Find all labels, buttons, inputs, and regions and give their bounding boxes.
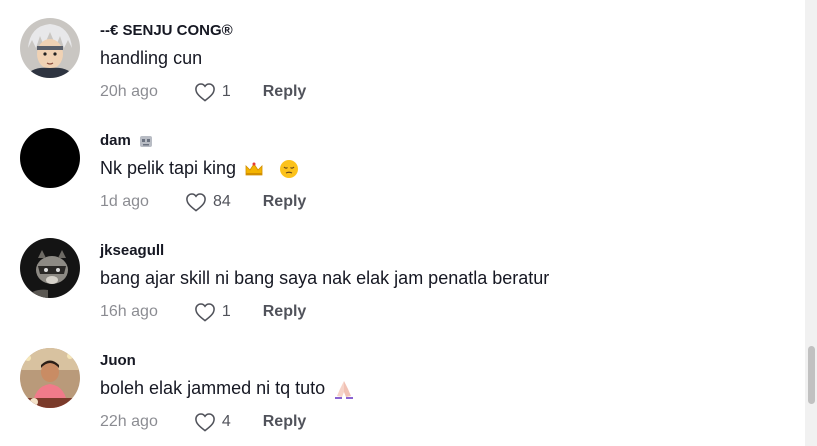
comment-text: Nk pelik tapi king — [100, 158, 299, 179]
reply-button[interactable]: Reply — [263, 193, 307, 211]
robot-icon — [140, 136, 153, 148]
like-count: 1 — [221, 83, 231, 100]
comment-item: jkseagull bang ajar skill ni bang saya n… — [0, 236, 800, 346]
comment-text: handling cun — [100, 48, 203, 68]
reply-button[interactable]: Reply — [263, 83, 307, 101]
black-avatar-icon — [20, 128, 80, 188]
avatar[interactable] — [20, 238, 80, 298]
crown-emoji-icon — [245, 162, 263, 176]
reply-button[interactable]: Reply — [263, 413, 307, 431]
heart-icon — [186, 193, 206, 212]
comment-meta: 16h ago 1 Reply — [100, 300, 306, 324]
comment-meta: 20h ago 1 Reply — [100, 80, 306, 104]
scrollbar-thumb[interactable] — [808, 346, 815, 404]
comment-text-content: Nk pelik tapi king — [100, 158, 237, 178]
like-count: 4 — [221, 413, 231, 430]
comment-list: --€ SENJU CONG® handling cun 20h ago 1 R… — [0, 0, 817, 446]
avatar[interactable] — [20, 18, 80, 78]
like-button[interactable]: 4 — [194, 412, 231, 432]
comment-text: boleh elak jammed ni tq tuto — [100, 378, 355, 400]
comment-timestamp: 22h ago — [100, 413, 158, 430]
heart-icon — [194, 83, 215, 102]
like-button[interactable]: 1 — [194, 302, 231, 322]
comment-timestamp: 16h ago — [100, 303, 158, 320]
raccoon-avatar-icon — [20, 238, 80, 298]
heart-icon — [194, 303, 215, 322]
comment-username[interactable]: dam — [100, 132, 154, 149]
comment-username[interactable]: jkseagull — [100, 242, 164, 259]
comment-username[interactable]: Juon — [100, 352, 136, 369]
comment-text-content: boleh elak jammed ni tq tuto — [100, 378, 326, 398]
comment-item: Juon boleh elak jammed ni tq tuto 22h ag… — [0, 346, 800, 446]
comment-item: --€ SENJU CONG® handling cun 20h ago 1 R… — [0, 16, 800, 126]
avatar[interactable] — [20, 348, 80, 408]
username-text: dam — [100, 132, 131, 149]
anime-character-avatar-icon — [20, 18, 80, 78]
like-button[interactable]: 84 — [185, 192, 231, 212]
pensive-face-emoji-icon — [280, 160, 299, 179]
scrollbar-track[interactable] — [805, 0, 817, 446]
person-photo-avatar-icon — [20, 348, 80, 408]
folded-hands-emoji-icon — [335, 381, 354, 400]
like-count: 1 — [221, 303, 231, 320]
comment-text: bang ajar skill ni bang saya nak elak ja… — [100, 268, 550, 288]
avatar[interactable] — [20, 128, 80, 188]
heart-icon — [194, 413, 215, 432]
reply-button[interactable]: Reply — [263, 303, 307, 321]
comment-timestamp: 20h ago — [100, 83, 158, 100]
comment-username[interactable]: --€ SENJU CONG® — [100, 22, 233, 39]
comment-meta: 1d ago 84 Reply — [100, 190, 306, 214]
comment-item: dam Nk pelik tapi king 1d ago 84 Reply — [0, 126, 800, 236]
like-count: 84 — [212, 193, 231, 210]
like-button[interactable]: 1 — [194, 82, 231, 102]
comment-meta: 22h ago 4 Reply — [100, 410, 306, 434]
comment-timestamp: 1d ago — [100, 193, 149, 210]
